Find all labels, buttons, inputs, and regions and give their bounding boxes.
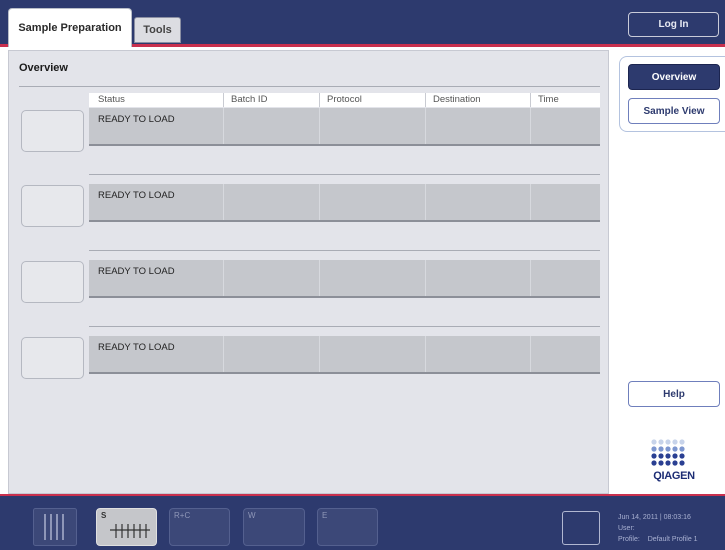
slot-3-button[interactable]: [21, 261, 84, 303]
row-status: READY TO LOAD: [98, 342, 175, 353]
help-button[interactable]: Help: [628, 381, 720, 407]
column-divider: [319, 93, 320, 107]
column-divider: [223, 93, 224, 107]
column-header-batch-id: Batch ID: [231, 94, 268, 105]
column-divider: [530, 93, 531, 107]
slot-2-button[interactable]: [21, 185, 84, 227]
user-label: User:: [618, 525, 635, 532]
column-header-status: Status: [98, 94, 125, 105]
column-header-time: Time: [538, 94, 559, 105]
drawer-e-button[interactable]: E: [317, 508, 378, 546]
datetime: Jun 14, 2011 | 08:03:16: [618, 514, 691, 521]
tab-sample-preparation[interactable]: Sample Preparation: [8, 8, 132, 47]
drawer-label: S: [101, 511, 107, 520]
row-status: READY TO LOAD: [98, 190, 175, 201]
page-title: Overview: [19, 62, 68, 74]
drawer-r-c-button[interactable]: R+C: [169, 508, 230, 546]
tip-rack-icon[interactable]: [33, 508, 77, 546]
row-separator: [89, 250, 600, 251]
row-underline: [89, 296, 600, 298]
table-header: Status Batch ID Protocol Destination Tim…: [89, 93, 600, 107]
profile-line: Profile: Default Profile 1: [618, 534, 698, 545]
column-header-destination: Destination: [433, 94, 481, 105]
table-row[interactable]: READY TO LOAD: [89, 336, 600, 372]
table-row[interactable]: READY TO LOAD: [89, 184, 600, 220]
sample-tubes-icon: [110, 524, 150, 538]
drawer-label: W: [248, 511, 256, 520]
profile-label: Profile:: [618, 536, 640, 543]
title-divider: [19, 86, 600, 87]
login-button[interactable]: Log In: [628, 12, 719, 37]
column-header-protocol: Protocol: [327, 94, 362, 105]
tab-tools[interactable]: Tools: [134, 17, 181, 43]
row-underline: [89, 144, 600, 146]
table-row[interactable]: READY TO LOAD: [89, 108, 600, 144]
row-separator: [89, 326, 600, 327]
drawer-w-button[interactable]: W: [243, 508, 305, 546]
row-underline: [89, 220, 600, 222]
overview-button[interactable]: Overview: [628, 64, 720, 90]
slot-4-button[interactable]: [21, 337, 84, 379]
row-underline: [89, 372, 600, 374]
user-line: User:: [618, 523, 698, 534]
status-indicator[interactable]: [562, 511, 600, 545]
qiagen-logo-text: QIAGEN: [653, 470, 695, 482]
sample-view-button[interactable]: Sample View: [628, 98, 720, 124]
row-status: READY TO LOAD: [98, 114, 175, 125]
row-separator: [89, 174, 600, 175]
drawer-label: E: [322, 511, 328, 520]
profile-value: Default Profile 1: [647, 536, 698, 543]
row-status: READY TO LOAD: [98, 266, 175, 277]
drawer-label: R+C: [174, 511, 191, 520]
session-info: Jun 14, 2011 | 08:03:16 User: Profile: D…: [618, 512, 698, 545]
slot-1-button[interactable]: [21, 110, 84, 152]
column-divider: [425, 93, 426, 107]
table-row[interactable]: READY TO LOAD: [89, 260, 600, 296]
